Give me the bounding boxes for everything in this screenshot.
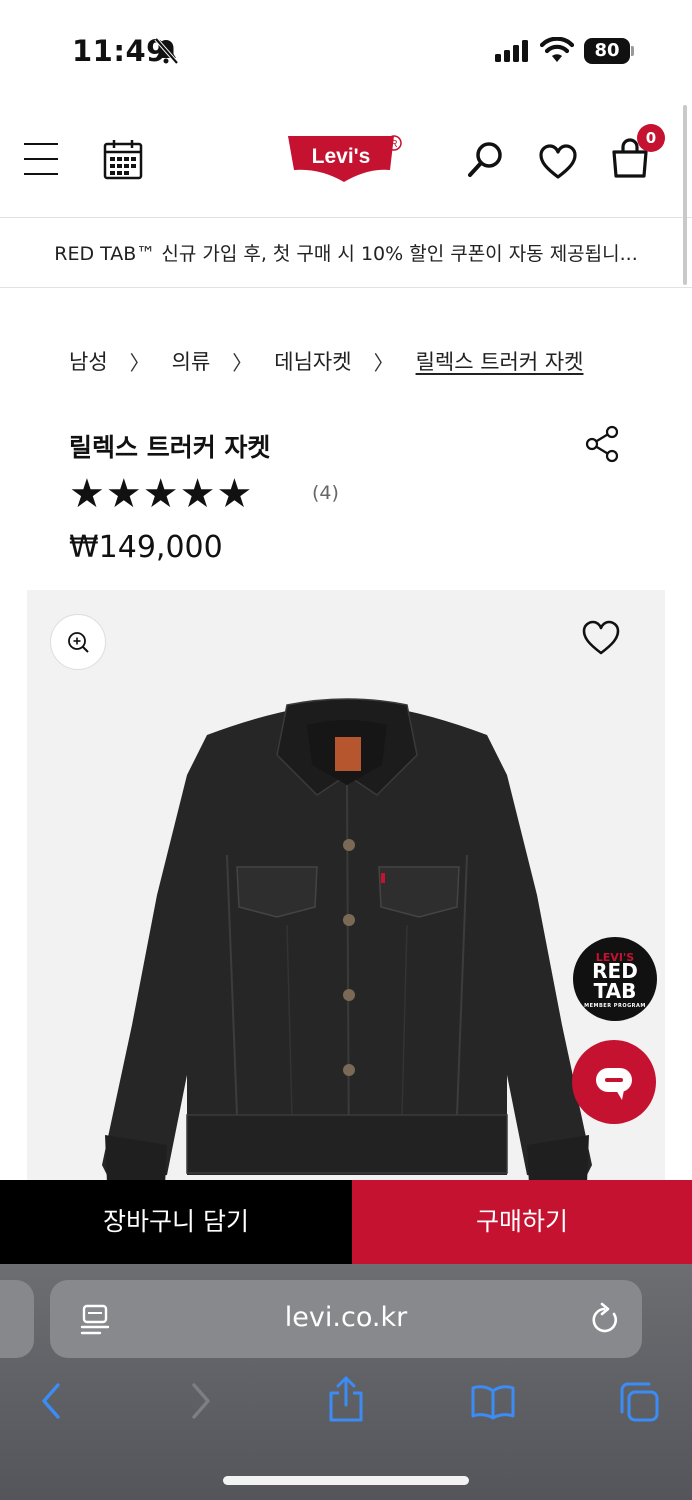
wishlist-icon[interactable]: [538, 144, 578, 180]
share-sheet-icon[interactable]: [327, 1375, 365, 1423]
breadcrumb-item-current[interactable]: 릴렉스 트러커 자켓: [416, 346, 584, 376]
browser-toolbar: levi.co.kr: [0, 1264, 692, 1500]
buy-now-button[interactable]: 구매하기: [352, 1180, 692, 1264]
red-tab-subtitle: MEMBER PROGRAM: [584, 1003, 646, 1009]
breadcrumb-item-men[interactable]: 남성: [69, 346, 108, 376]
chat-button[interactable]: [572, 1040, 656, 1124]
search-icon[interactable]: [466, 140, 506, 180]
battery-level: 80: [584, 38, 630, 64]
breadcrumb-separator: 〉: [129, 350, 150, 375]
zoom-in-icon: [68, 632, 89, 653]
site-header: Levi's R: [0, 100, 692, 218]
product-image-gallery[interactable]: [27, 590, 665, 1190]
tabs-icon[interactable]: [618, 1381, 660, 1423]
zoom-button[interactable]: [50, 614, 106, 670]
back-icon[interactable]: [38, 1381, 64, 1421]
chat-bubble-icon: [596, 1068, 632, 1100]
home-indicator[interactable]: [223, 1476, 469, 1485]
address-bar[interactable]: levi.co.kr: [50, 1280, 642, 1358]
product-wishlist-icon[interactable]: [581, 620, 621, 656]
wifi-icon: [540, 37, 574, 62]
promo-banner[interactable]: RED TAB™ 신규 가입 후, 첫 구매 시 10% 할인 쿠폰이 자동 제…: [0, 218, 692, 288]
breadcrumb-item-clothing[interactable]: 의류: [172, 346, 211, 376]
previous-tab-preview[interactable]: [0, 1280, 34, 1358]
svg-text:Levi's: Levi's: [312, 145, 371, 168]
share-icon[interactable]: [584, 425, 622, 463]
breadcrumb: 남성 〉 의류 〉 데님자켓 〉 릴렉스 트러커 자켓: [69, 346, 583, 376]
bell-muted-icon: [154, 37, 179, 65]
reload-icon[interactable]: [590, 1302, 620, 1336]
breadcrumb-item-denim-jacket[interactable]: 데님자켓: [274, 346, 351, 376]
red-tab-word-red: RED: [592, 959, 638, 983]
bookmarks-icon[interactable]: [470, 1384, 516, 1420]
rating-stars[interactable]: ★★★★★: [69, 470, 253, 518]
forward-icon[interactable]: [188, 1381, 214, 1421]
cart-count-badge: 0: [637, 124, 665, 152]
red-tab-word-tab: TAB: [593, 979, 637, 1003]
status-bar: 11:49 80: [0, 0, 692, 100]
menu-icon[interactable]: [24, 143, 58, 175]
red-tab-badge[interactable]: LEVI'S RED TAB MEMBER PROGRAM: [573, 937, 657, 1021]
breadcrumb-separator: 〉: [232, 350, 253, 375]
product-title: 릴렉스 트러커 자켓: [69, 433, 271, 462]
purchase-action-bar: 장바구니 담기 구매하기: [0, 1180, 692, 1264]
cellular-signal-icon: [495, 40, 528, 62]
jacket-product-image: [102, 698, 592, 1185]
review-count[interactable]: (4): [312, 482, 339, 504]
svg-text:R: R: [390, 139, 397, 150]
add-to-cart-button[interactable]: 장바구니 담기: [0, 1180, 352, 1264]
product-price: ₩149,000: [69, 530, 223, 565]
levis-logo[interactable]: Levi's R: [286, 132, 406, 188]
breadcrumb-separator: 〉: [373, 350, 394, 375]
url-text: levi.co.kr: [284, 1302, 408, 1333]
calendar-icon[interactable]: [103, 138, 143, 180]
battery-indicator: 80: [584, 38, 634, 64]
